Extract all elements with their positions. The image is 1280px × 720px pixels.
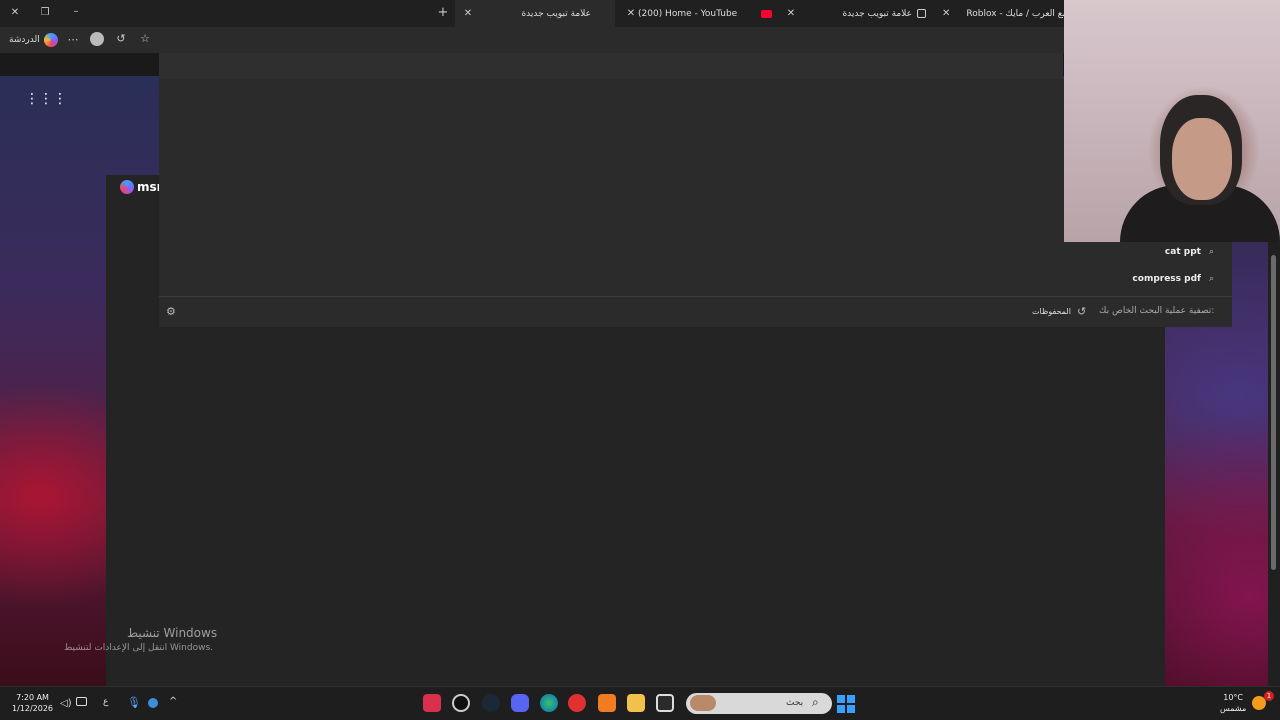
volume-icon[interactable]: ◁) xyxy=(60,698,72,709)
taskbar-search[interactable]: بحث ⌕ xyxy=(686,693,832,714)
address-bar[interactable] xyxy=(159,53,1063,79)
suggestion-text: compress pdf xyxy=(1132,274,1201,284)
tab-youtube[interactable]: ✕ (200) Home - YouTube xyxy=(618,0,778,27)
app-circle-icon[interactable] xyxy=(452,694,470,712)
profile-avatar-icon[interactable] xyxy=(90,32,104,46)
weather-widget[interactable]: 10°C مشمس xyxy=(1220,692,1246,714)
notification-badge[interactable]: 1 xyxy=(1264,691,1274,701)
clock-date: 1/12/2026 xyxy=(12,704,54,713)
tab-new-tab-active[interactable]: ✕ علامة تبويب جديدة xyxy=(455,0,615,27)
orange-app-icon[interactable] xyxy=(598,694,616,712)
new-tab-page-content xyxy=(159,327,1165,686)
search-icon: ⌕ xyxy=(1208,274,1214,284)
tab-title: علامة تبويب جديدة xyxy=(842,8,912,19)
suggestion-item[interactable]: cat ppt ⌕ xyxy=(1165,247,1214,257)
epic-games-icon[interactable] xyxy=(423,694,441,712)
copilot-icon xyxy=(43,33,58,47)
new-tab-icon[interactable]: + xyxy=(436,5,450,20)
clock-time: 7:20 AM xyxy=(16,693,49,702)
steam-icon[interactable] xyxy=(482,694,500,712)
minimize-window-icon[interactable]: – xyxy=(69,6,83,17)
red-app-icon[interactable] xyxy=(568,694,586,712)
weather-temp: 10°C xyxy=(1223,693,1243,702)
favorites-icon[interactable]: ☆ xyxy=(137,32,153,45)
search-highlight-image xyxy=(690,695,716,711)
tab-title: Roblox - تجمع العرب / مايك xyxy=(966,8,1066,19)
page-icon xyxy=(917,9,926,18)
new-tab-page-strip xyxy=(106,175,159,686)
history-label: المحفوظات xyxy=(1032,307,1071,316)
windows-start-icon[interactable] xyxy=(837,695,855,713)
chat-label: الدردشة xyxy=(9,35,40,45)
weather-desc: مشمس xyxy=(1220,704,1247,713)
chevron-up-icon[interactable]: ^ xyxy=(169,696,177,707)
restore-window-icon[interactable]: ❐ xyxy=(38,7,52,18)
search-icon: ⌕ xyxy=(1208,247,1214,257)
more-options-icon[interactable]: ⋯ xyxy=(65,33,81,46)
close-tab-icon[interactable]: ✕ xyxy=(624,8,638,19)
suggestion-item[interactable]: compress pdf ⌕ xyxy=(1132,274,1214,284)
webcam-person-face xyxy=(1172,118,1232,200)
tab-title: (200) Home - YouTube xyxy=(638,8,738,19)
search-placeholder: بحث xyxy=(786,698,804,708)
file-explorer-icon[interactable] xyxy=(627,694,645,712)
taskbar-clock[interactable]: 7:20 AM 1/12/2026 xyxy=(12,692,53,714)
settings-gear-icon[interactable]: ⚙ xyxy=(166,305,176,318)
close-tab-icon[interactable]: ✕ xyxy=(784,8,798,19)
history-filter-button[interactable]: المحفوظات ↺ xyxy=(1032,305,1086,318)
tab-new-tab[interactable]: ✕ علامة تبويب جديدة xyxy=(778,0,932,27)
activation-watermark-subtitle: انتقل إلى الإعدادات لتنشيط Windows. xyxy=(64,643,213,653)
app-window-icon[interactable] xyxy=(656,694,674,712)
edge-icon[interactable] xyxy=(540,694,558,712)
dropdown-divider xyxy=(159,296,1232,297)
close-tab-icon[interactable]: ✕ xyxy=(942,8,950,19)
close-window-icon[interactable]: ✕ xyxy=(8,7,22,18)
activation-watermark-title: تنشيط Windows xyxy=(127,626,218,640)
history-icon[interactable]: ↺ xyxy=(113,32,129,45)
close-tab-icon[interactable]: ✕ xyxy=(461,8,475,19)
tab-roblox[interactable]: ✕ Roblox - تجمع العرب / مايك xyxy=(936,0,1066,27)
apps-grid-icon[interactable]: ⋮⋮⋮ xyxy=(25,91,67,107)
msn-logo-icon xyxy=(120,180,134,194)
copilot-chat-button[interactable]: الدردشة xyxy=(5,31,62,49)
search-icon: ⌕ xyxy=(812,695,819,709)
discord-icon[interactable] xyxy=(511,694,529,712)
tab-title: علامة تبويب جديدة xyxy=(521,8,591,19)
language-indicator[interactable]: ع xyxy=(103,697,108,707)
youtube-icon xyxy=(761,9,772,18)
filter-search-text: تصفية عملية البحث الخاص بك: xyxy=(1099,306,1215,316)
microphone-icon[interactable]: 🎙 xyxy=(127,696,141,709)
scrollbar-thumb[interactable] xyxy=(1271,255,1276,570)
display-icon[interactable] xyxy=(76,697,87,706)
edge-tray-icon[interactable] xyxy=(148,698,158,708)
history-clock-icon: ↺ xyxy=(1076,305,1087,318)
suggestion-text: cat ppt xyxy=(1164,247,1201,257)
